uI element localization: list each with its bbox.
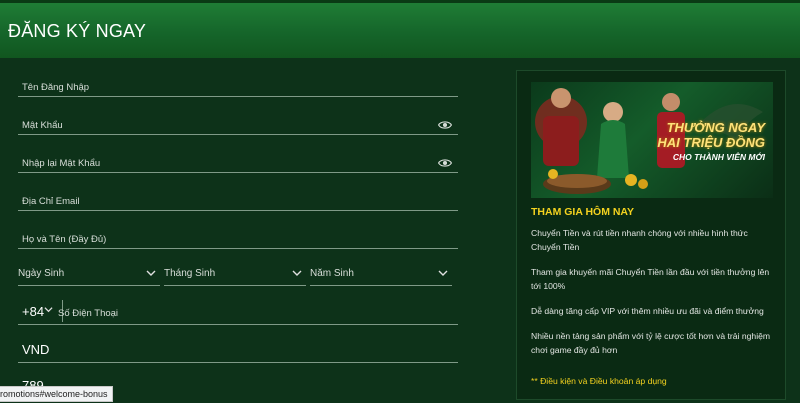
country-code-selector[interactable]: +84 [22, 304, 44, 319]
fullname-field[interactable]: Họ và Tên (Đầy Đủ) [18, 218, 458, 249]
birth-month-select[interactable]: Tháng Sinh [164, 256, 306, 286]
chevron-down-icon [438, 270, 448, 276]
header-bar: ĐĂNG KÝ NGAY [0, 0, 800, 58]
confirm-password-field[interactable]: Nhập lại Mật Khẩu [18, 142, 458, 173]
chevron-down-icon [44, 307, 53, 313]
banner-text: THƯỞNG NGAY HAI TRIỆU ĐỒNG CHO THÀNH VIÊ… [657, 120, 765, 162]
list-item: Tham gia khuyến mãi Chuyển Tiền lần đầu … [531, 267, 770, 291]
birth-month-label: Tháng Sinh [164, 268, 216, 279]
password-placeholder: Mật Khẩu [22, 120, 63, 131]
email-field[interactable]: Địa Chỉ Email [18, 180, 458, 211]
promo-title: THAM GIA HÔM NAY [531, 206, 635, 218]
promo-list: Chuyển Tiền và rút tiền nhanh chóng với … [531, 226, 773, 368]
list-item: Chuyển Tiền và rút tiền nhanh chóng với … [531, 228, 748, 252]
chevron-down-icon [146, 270, 156, 276]
birth-day-select[interactable]: Ngày Sinh [18, 256, 160, 286]
password-field[interactable]: Mật Khẩu [18, 104, 458, 135]
terms-link[interactable]: ** Điều kiện và Điều khoản áp dụng [531, 376, 667, 386]
banner-line-2: HAI TRIỆU ĐỒNG [657, 135, 765, 150]
currency-field[interactable]: VND [18, 332, 458, 363]
banner-line-1: THƯỞNG NGAY [666, 120, 765, 135]
registration-form: Tên Đăng Nhập Mật Khẩu Nhập lại Mật Khẩu… [0, 58, 470, 400]
eye-icon[interactable] [438, 118, 452, 132]
promo-banner: THƯỞNG NGAY HAI TRIỆU ĐỒNG CHO THÀNH VIÊ… [531, 82, 773, 198]
confirm-password-placeholder: Nhập lại Mật Khẩu [22, 158, 101, 169]
birth-year-label: Năm Sinh [310, 268, 354, 279]
birth-year-select[interactable]: Năm Sinh [310, 256, 452, 286]
username-field[interactable]: Tên Đăng Nhập [18, 66, 458, 97]
eye-icon[interactable] [438, 156, 452, 170]
email-placeholder: Địa Chỉ Email [22, 196, 80, 207]
promo-panel: THƯỞNG NGAY HAI TRIỆU ĐỒNG CHO THÀNH VIÊ… [516, 70, 786, 400]
fullname-placeholder: Họ và Tên (Đầy Đủ) [22, 234, 107, 245]
phone-field[interactable]: +84 Số Điện Thoại [18, 294, 458, 325]
username-placeholder: Tên Đăng Nhập [22, 82, 90, 93]
list-item: Nhiều nền tảng sản phẩm với tỷ lệ cược t… [531, 331, 771, 355]
phone-placeholder: Số Điện Thoại [58, 308, 119, 319]
banner-line-3: CHO THÀNH VIÊN MỚI [672, 152, 765, 162]
birth-day-label: Ngày Sinh [18, 268, 65, 279]
currency-value: VND [22, 342, 50, 357]
list-item: Dễ dàng tăng cấp VIP với thêm nhiều ưu đ… [531, 306, 764, 316]
chevron-down-icon [292, 270, 302, 276]
page-title: ĐĂNG KÝ NGAY [8, 21, 147, 41]
